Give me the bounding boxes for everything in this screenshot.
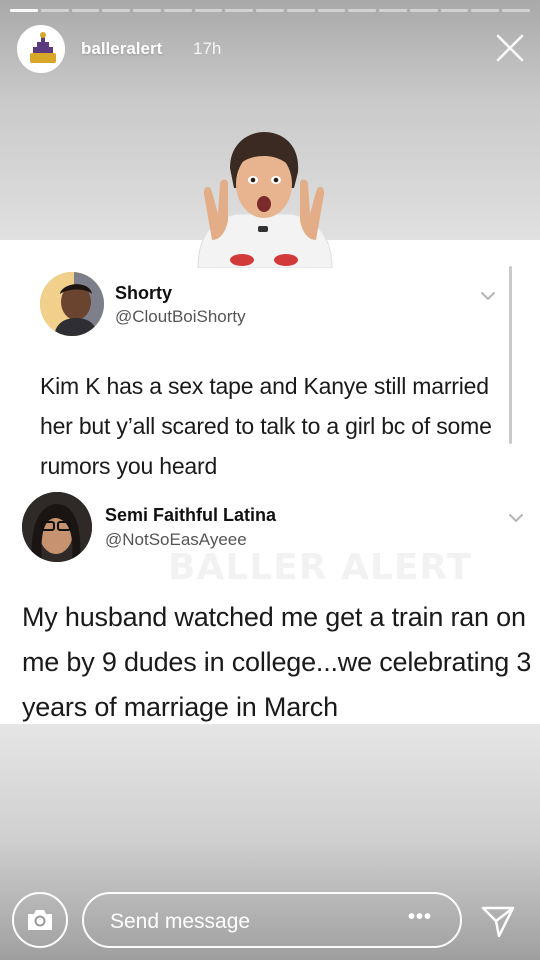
send-message-input[interactable]: Send message •••	[82, 892, 462, 948]
progress-segment	[379, 9, 407, 12]
progress-segment	[194, 9, 223, 12]
progress-segment	[286, 9, 315, 12]
story-username[interactable]: balleralert	[81, 39, 162, 59]
close-button[interactable]	[494, 32, 526, 64]
send-button[interactable]	[478, 900, 518, 940]
chevron-down-icon	[481, 292, 495, 301]
progress-segment	[440, 9, 469, 12]
tweet-text: Kim K has a sex tape and Kanye still mar…	[40, 373, 492, 479]
camera-icon	[28, 910, 52, 930]
progress-segment	[348, 9, 377, 12]
tweet-author-name: Semi Faithful Latina	[105, 505, 277, 525]
progress-segment	[163, 9, 192, 12]
progress-segment	[10, 9, 38, 12]
surprised-girl-sticker	[197, 132, 333, 268]
progress-segment	[471, 9, 500, 12]
send-icon	[481, 906, 515, 938]
profile-photo-icon	[40, 272, 104, 336]
progress-segment	[409, 9, 438, 12]
progress-segment	[40, 9, 69, 12]
tweet-scrollbar	[509, 266, 512, 444]
tweet-avatar-shorty[interactable]	[40, 272, 104, 336]
tweet-author-name: Shorty	[115, 283, 173, 303]
watermark: BALLER ALERT	[168, 547, 473, 588]
chevron-down-icon	[509, 514, 523, 523]
profile-photo-icon	[22, 492, 92, 562]
progress-segment	[317, 9, 346, 12]
story-timestamp: 17h	[193, 39, 222, 58]
tweet-menu-button[interactable]	[507, 511, 525, 523]
tweet-avatar-latina[interactable]	[22, 492, 92, 562]
progress-segment	[71, 9, 100, 12]
story-progress-bar	[10, 9, 531, 12]
more-icon[interactable]: •••	[408, 906, 432, 929]
tweet-author-handle: @CloutBoiShorty	[115, 307, 246, 326]
progress-segment	[133, 9, 161, 12]
story-avatar[interactable]	[17, 25, 65, 73]
tweet-text: My husband watched me get a train ran on…	[22, 602, 532, 722]
progress-segment	[502, 9, 531, 12]
camera-button[interactable]	[12, 892, 68, 948]
tweet-menu-button[interactable]	[479, 289, 497, 301]
progress-segment	[225, 9, 254, 12]
close-icon	[496, 34, 524, 62]
message-placeholder: Send message	[110, 910, 251, 933]
progress-segment	[102, 9, 131, 12]
progress-segment	[256, 9, 284, 12]
